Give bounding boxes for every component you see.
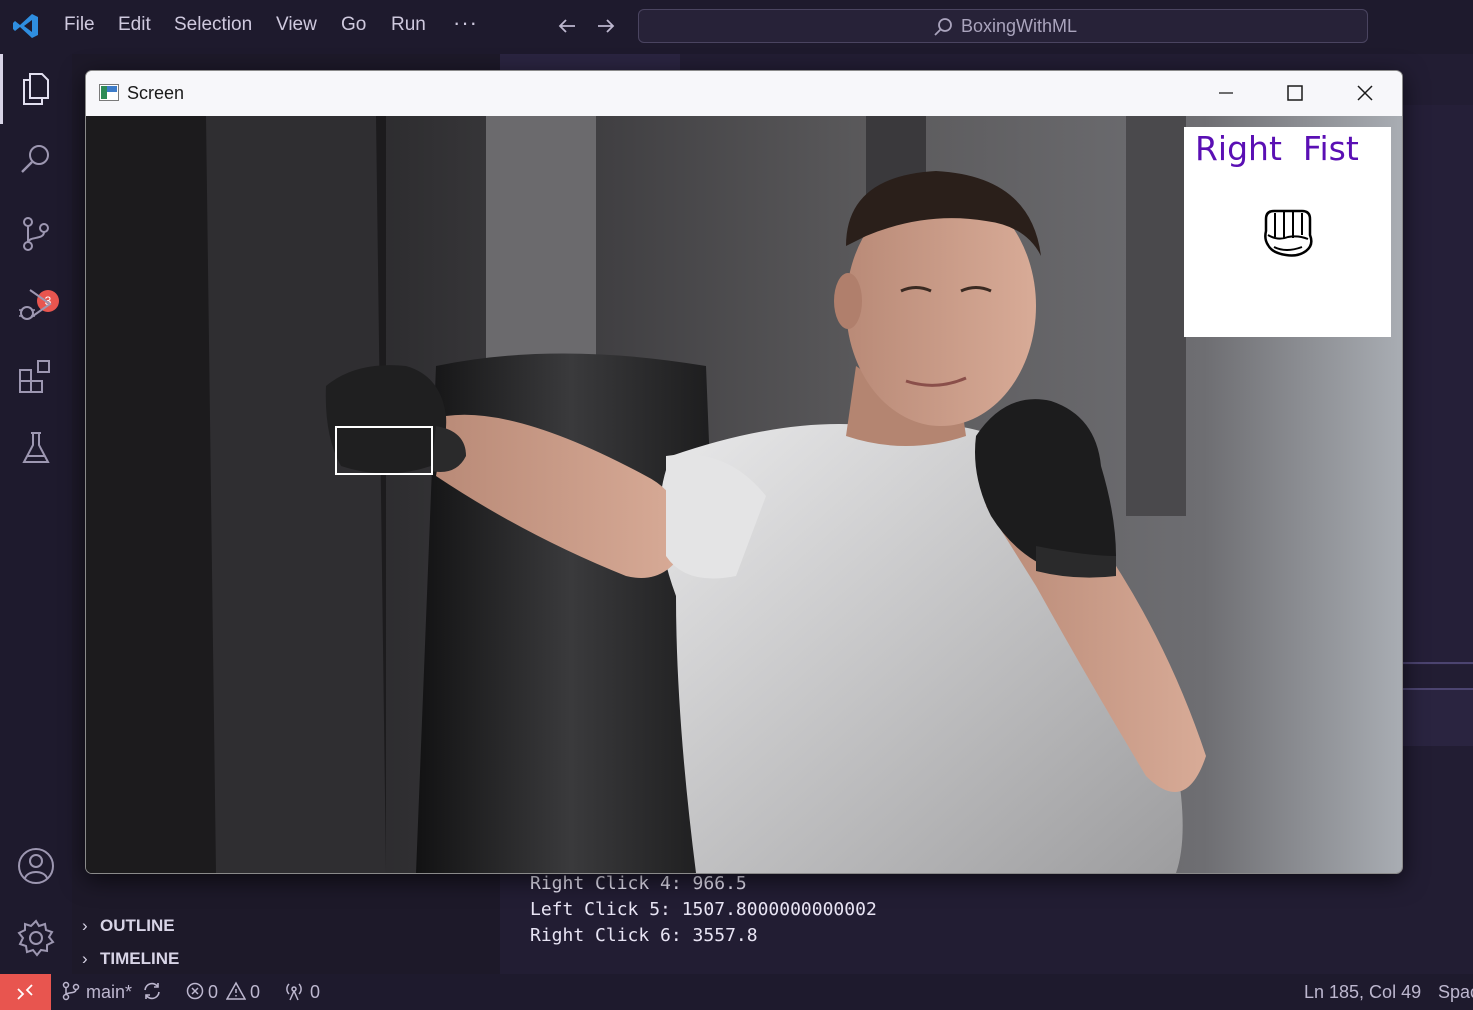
menu-view[interactable]: View: [276, 14, 317, 36]
remote-icon: [17, 984, 33, 1000]
chevron-right-icon: ›: [82, 949, 88, 968]
panel-region: [1400, 690, 1473, 746]
terminal-line: Right Click 6: 3557.8: [530, 925, 758, 946]
menu-edit[interactable]: Edit: [118, 14, 151, 36]
menu-selection[interactable]: Selection: [174, 14, 252, 36]
sync-icon[interactable]: [142, 981, 162, 1001]
menu-more-button[interactable]: ···: [453, 10, 478, 36]
ports-broadcast-icon[interactable]: [284, 981, 304, 1001]
remote-indicator-button[interactable]: [0, 974, 51, 1010]
app-window-icon: [99, 84, 119, 101]
indentation-setting[interactable]: Spac: [1438, 982, 1473, 1003]
screen-window[interactable]: Screen Right Fist: [85, 70, 1403, 874]
timeline-label: TIMELINE: [100, 949, 180, 968]
forward-arrow-icon[interactable]: [594, 14, 618, 38]
warning-count[interactable]: 0: [250, 982, 260, 1003]
screen-window-title: Screen: [127, 83, 185, 103]
source-control-icon[interactable]: [16, 214, 56, 254]
error-count[interactable]: 0: [208, 982, 218, 1003]
outline-label: OUTLINE: [100, 916, 175, 935]
panel-region: [1400, 105, 1473, 665]
chevron-right-icon: ›: [82, 916, 88, 935]
fist-icon: [1264, 209, 1313, 257]
settings-gear-icon[interactable]: [16, 918, 56, 958]
terminal-output[interactable]: Right Click 4: 966.5 Left Click 5: 1507.…: [530, 871, 877, 949]
git-branch-icon[interactable]: [61, 981, 81, 1001]
warning-icon[interactable]: [226, 981, 246, 1001]
maximize-icon[interactable]: [1283, 81, 1307, 105]
terminal-line: Left Click 5: 1507.8000000000002: [530, 899, 877, 920]
title-bar: File Edit Selection View Go Run ··· Boxi…: [0, 0, 1473, 54]
vscode-logo-icon[interactable]: [12, 12, 40, 40]
git-branch-name[interactable]: main*: [86, 982, 132, 1003]
ports-count[interactable]: 0: [310, 982, 320, 1003]
cursor-position[interactable]: Ln 185, Col 49: [1304, 982, 1421, 1003]
prediction-label: Right Fist: [1195, 129, 1359, 168]
fist-detection-box: [335, 426, 433, 475]
minimize-icon[interactable]: [1214, 81, 1238, 105]
screen-window-titlebar[interactable]: Screen: [86, 71, 1402, 116]
timeline-section-header[interactable]: › TIMELINE: [82, 949, 179, 969]
accounts-icon[interactable]: [16, 846, 56, 886]
menu-run[interactable]: Run: [391, 14, 426, 36]
close-icon[interactable]: [1353, 81, 1377, 105]
command-center-search[interactable]: BoxingWithML: [638, 9, 1368, 43]
camera-video-frame: Right Fist: [86, 116, 1402, 873]
menu-go[interactable]: Go: [341, 14, 366, 36]
terminal-line: Right Click 4: 966.5: [530, 873, 747, 894]
explorer-icon[interactable]: [16, 68, 56, 108]
status-bar: main* 0 0 0 Ln 185, Col 49 Spac: [0, 974, 1473, 1010]
search-icon[interactable]: [16, 139, 56, 179]
outline-section-header[interactable]: › OUTLINE: [82, 916, 175, 936]
extensions-icon[interactable]: [16, 356, 56, 396]
menu-file[interactable]: File: [64, 14, 95, 36]
search-icon: [934, 18, 952, 36]
activity-bar: 3: [0, 54, 72, 974]
divider: [1400, 662, 1473, 664]
error-icon[interactable]: [185, 981, 205, 1001]
active-indicator: [0, 54, 3, 124]
back-arrow-icon[interactable]: [555, 14, 579, 38]
run-debug-icon[interactable]: [16, 284, 56, 324]
workspace-name: BoxingWithML: [961, 16, 1078, 36]
prediction-panel: Right Fist: [1184, 127, 1391, 337]
testing-icon[interactable]: [16, 428, 56, 468]
